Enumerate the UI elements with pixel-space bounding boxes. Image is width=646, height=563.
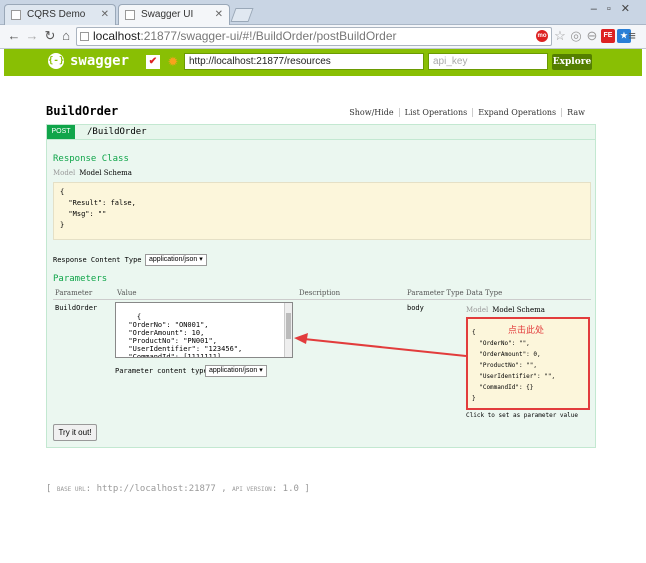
gear-extension-icon[interactable]: ✹	[166, 55, 180, 69]
extension-mo-icon[interactable]: mo	[536, 30, 548, 42]
swagger-logo[interactable]: {-} swagger	[48, 53, 129, 69]
response-content-type-select[interactable]: application/json ▾	[145, 254, 207, 266]
base-url-label: BASE URL	[56, 486, 86, 493]
model-tab[interactable]: Model	[466, 306, 488, 314]
page-icon	[125, 10, 135, 20]
annotation-arrow	[294, 333, 467, 357]
data-type-schema-tabs: Model Model Schema	[466, 306, 545, 314]
swagger-logo-icon: {-}	[48, 53, 64, 69]
http-method-badge[interactable]: POST	[47, 125, 75, 139]
extension-icon[interactable]: ◎	[568, 28, 584, 44]
url-path: :21877/swagger-ui/#!/BuildOrder/postBuil…	[140, 29, 397, 43]
api-info-footer: [ BASE URL: http://localhost:21877 , API…	[46, 484, 310, 494]
parameter-type-value: body	[407, 304, 424, 312]
forward-arrow-icon[interactable]: →	[24, 28, 40, 44]
base-url-input[interactable]: http://localhost:21877/resources	[184, 53, 424, 70]
data-type-schema[interactable]: { "OrderNo": "", "OrderAmount": 0, "Prod…	[472, 327, 555, 404]
close-icon[interactable]: ✕	[215, 5, 223, 25]
parameter-content-type-select[interactable]: application/json ▾	[205, 365, 267, 377]
column-header: Value	[117, 289, 137, 297]
pin-extension-icon[interactable]: ✔	[146, 55, 160, 69]
click-hint: Click to set as parameter value	[466, 412, 578, 419]
api-key-input[interactable]: api_key	[428, 53, 548, 70]
footer-open-bracket: [	[46, 484, 52, 494]
operation-content: Response Class Model Model Schema { "Resu…	[46, 140, 596, 448]
column-header: Description	[299, 289, 341, 297]
column-header: Parameter	[55, 289, 93, 297]
page-icon	[80, 32, 89, 41]
reload-icon[interactable]: ↻	[42, 28, 58, 44]
api-version-value: : 1.0 ]	[271, 484, 310, 494]
raw-link[interactable]: Raw	[562, 108, 590, 117]
parameter-value-text: { "OrderNo": "ON001", "OrderAmount": 10,…	[128, 313, 243, 358]
resource-operations: Show/Hide List Operations Expand Operation…	[344, 108, 590, 117]
list-operations-link[interactable]: List Operations	[399, 108, 474, 117]
explore-button[interactable]: Explore	[552, 54, 592, 70]
address-bar[interactable]: localhost:21877/swagger-ui/#!/BuildOrder…	[76, 27, 552, 46]
parameters-heading: Parameters	[53, 274, 108, 284]
column-header: Data Type	[466, 289, 503, 297]
menu-icon[interactable]: ≡	[624, 28, 640, 44]
data-type-schema-highlight[interactable]: 点击此处 { "OrderNo": "", "OrderAmount": 0, …	[466, 317, 590, 410]
response-class-heading: Response Class	[53, 154, 129, 164]
column-header: Parameter Type	[407, 289, 464, 297]
swagger-header: {-} swagger ✔ ✹ http://localhost:21877/re…	[4, 49, 642, 76]
url-host: localhost	[93, 29, 141, 43]
tab-swagger-ui[interactable]: Swagger UI ✕	[118, 4, 230, 25]
home-icon[interactable]: ⌂	[58, 28, 74, 44]
extension-fe-icon[interactable]: FE	[601, 29, 615, 43]
parameters-table-header: Parameter Value Description Parameter Ty…	[53, 288, 591, 300]
tab-cqrs-demo[interactable]: CQRS Demo ✕	[4, 4, 116, 25]
parameter-content-type-label: Parameter content type:	[115, 367, 212, 375]
operation-header[interactable]: POST /BuildOrder	[46, 124, 596, 140]
model-schema-tab[interactable]: Model Schema	[79, 169, 132, 177]
resource-title[interactable]: BuildOrder	[46, 104, 118, 118]
tab-title: Swagger UI	[141, 9, 194, 20]
tab-title: CQRS Demo	[27, 9, 86, 20]
model-schema-tab[interactable]: Model Schema	[492, 306, 545, 314]
model-tab[interactable]: Model	[53, 169, 75, 177]
expand-operations-link[interactable]: Expand Operations	[473, 108, 563, 117]
logo-text: swagger	[70, 53, 130, 69]
show-hide-link[interactable]: Show/Hide	[344, 108, 400, 117]
response-schema-tabs: Model Model Schema	[53, 169, 132, 177]
parameter-name: BuildOrder	[55, 304, 98, 312]
page-icon	[11, 10, 21, 20]
back-arrow-icon[interactable]: ←	[6, 28, 22, 44]
response-schema[interactable]: { "Result": false, "Msg": "" }	[53, 182, 591, 240]
response-content-type-label: Response Content Type	[53, 256, 142, 264]
operation-path[interactable]: /BuildOrder	[87, 125, 147, 139]
base-url-value: : http://localhost:21877 ,	[85, 484, 227, 494]
try-it-out-button[interactable]: Try it out!	[53, 424, 97, 441]
browser-tab-bar: CQRS Demo ✕ Swagger UI ✕ –▫✕	[0, 0, 646, 25]
browser-toolbar: ← → ↻ ⌂ localhost:21877/swagger-ui/#!/Bu…	[0, 25, 646, 49]
extension-icon[interactable]: ⊖	[584, 28, 600, 44]
window-controls[interactable]: –▫✕	[591, 2, 640, 15]
close-icon[interactable]: ✕	[101, 5, 109, 25]
new-tab-button[interactable]	[230, 8, 254, 22]
star-icon[interactable]: ☆	[552, 28, 568, 44]
parameter-value-textarea[interactable]: { "OrderNo": "ON001", "OrderAmount": 10,…	[115, 302, 293, 358]
api-version-label: API VERSION	[232, 486, 272, 493]
